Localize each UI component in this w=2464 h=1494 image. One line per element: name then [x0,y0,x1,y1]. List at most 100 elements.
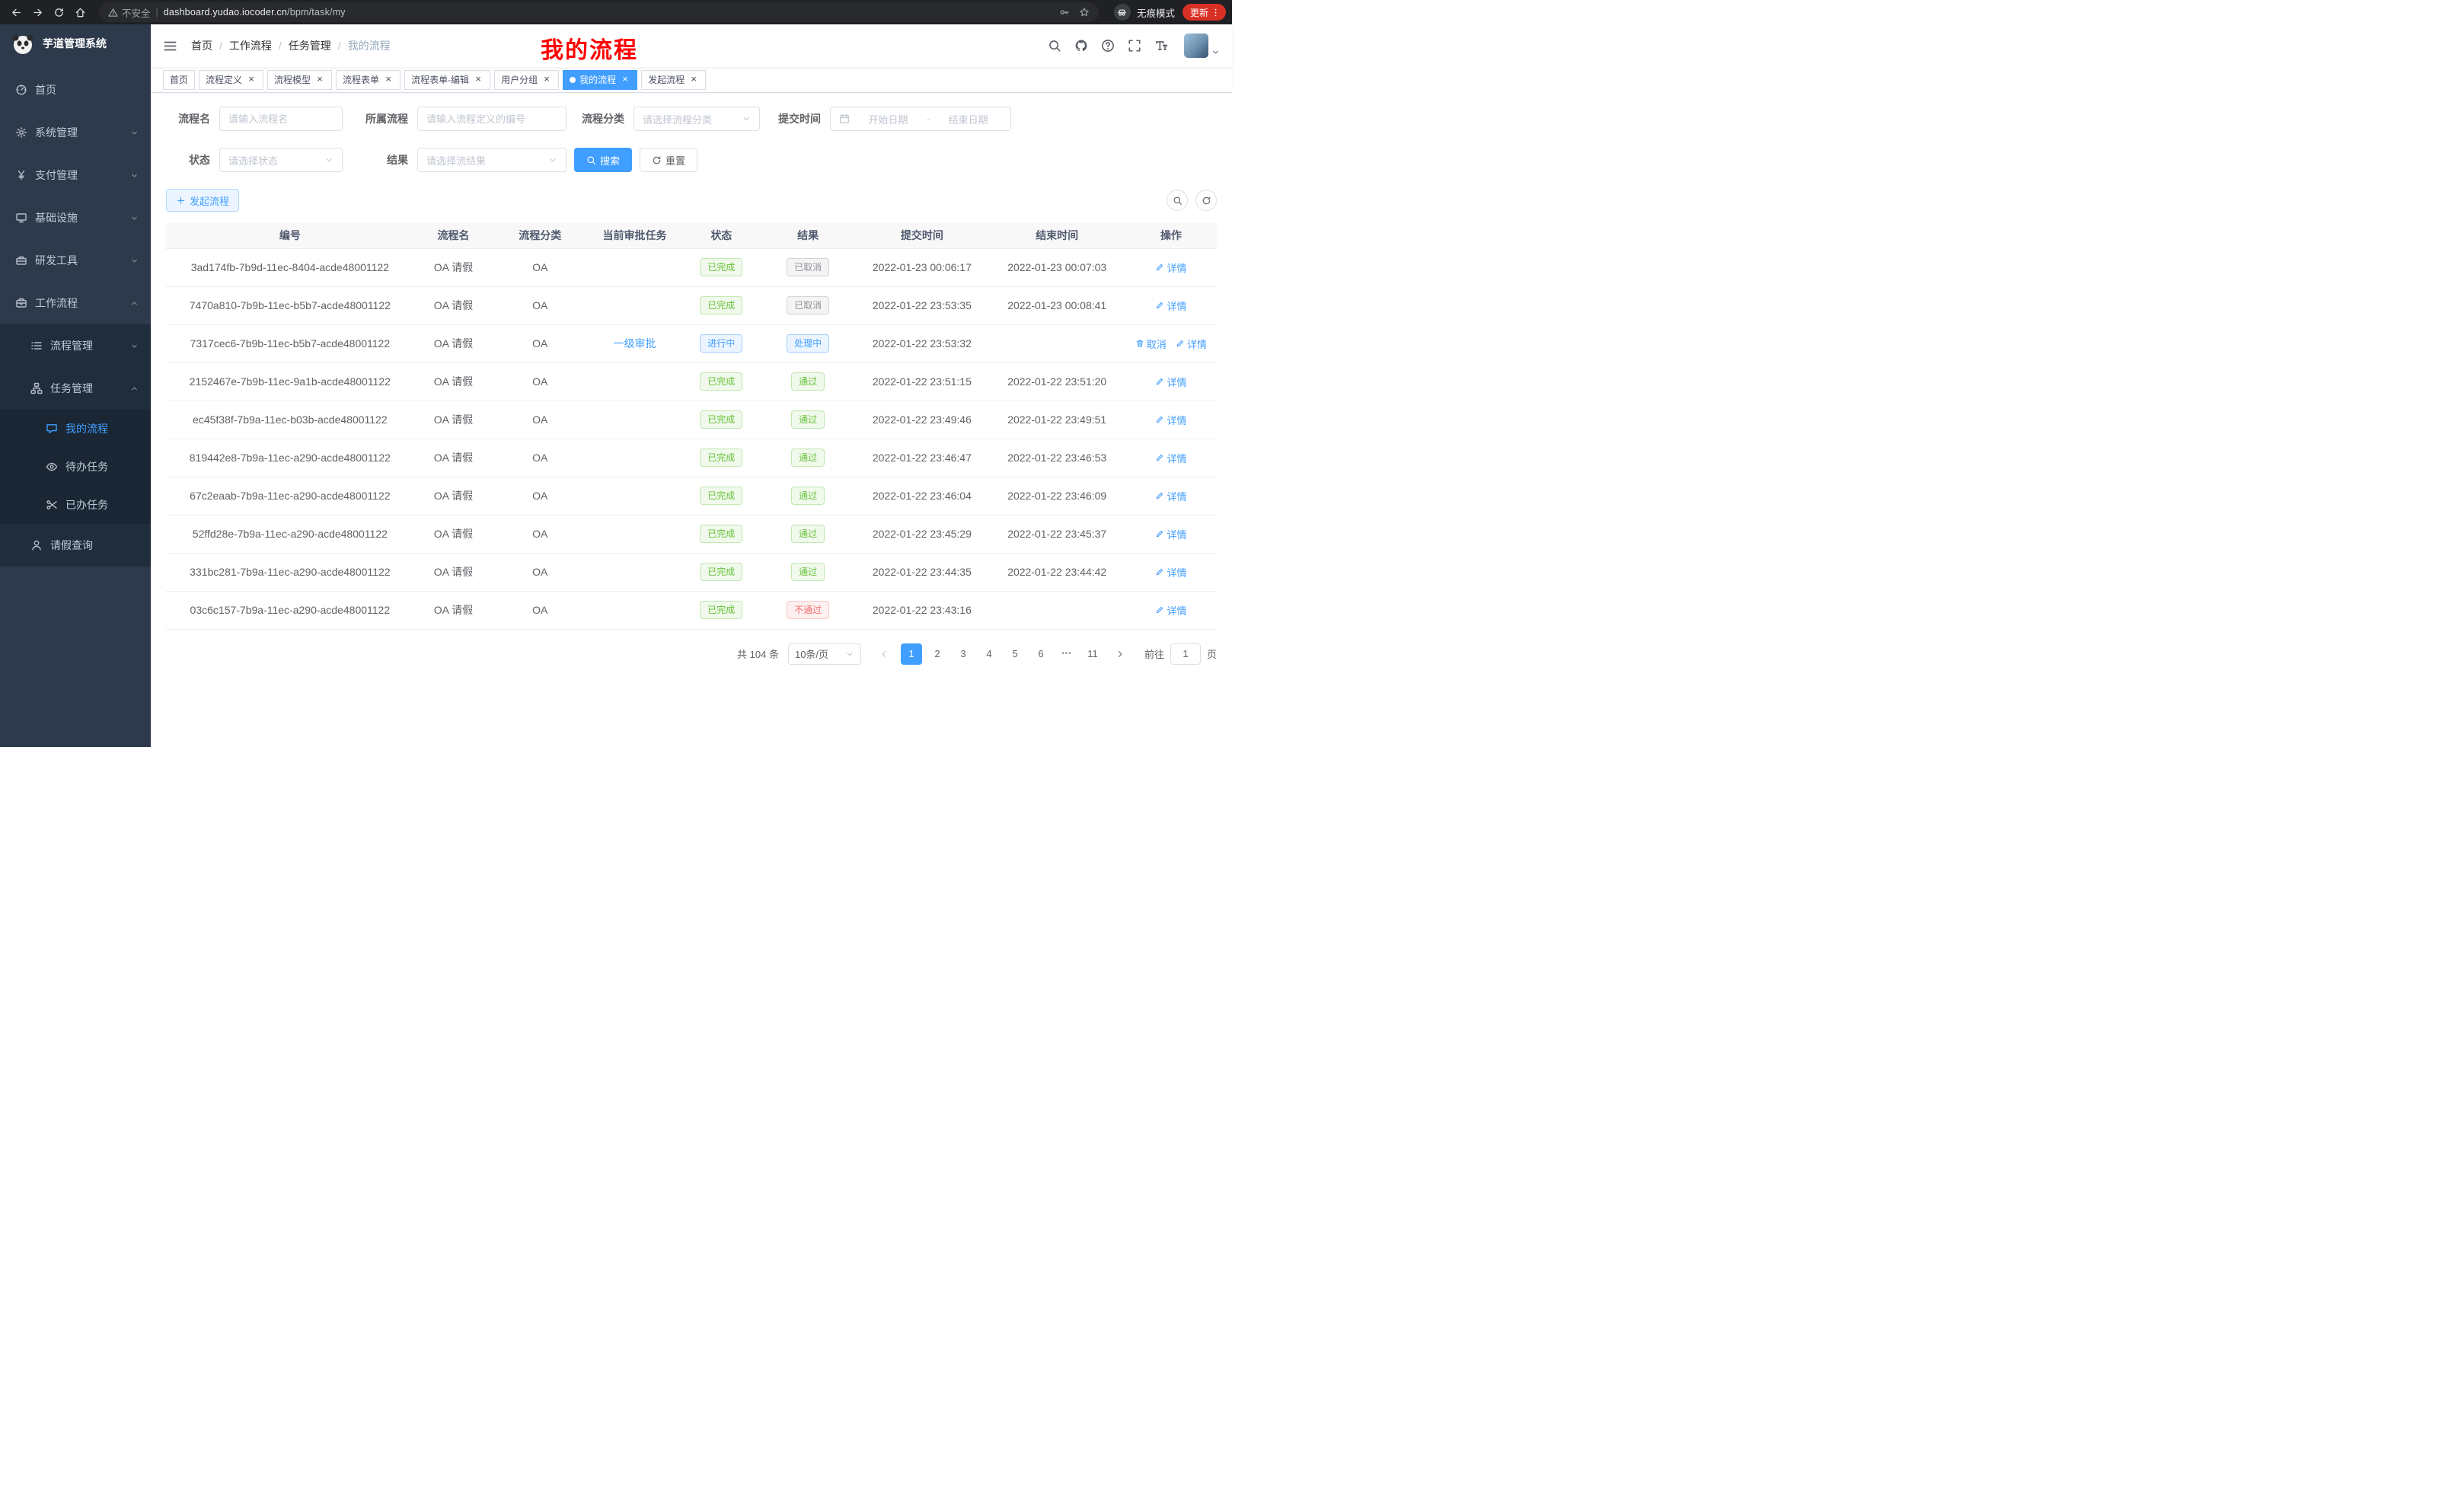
caret-right-icon[interactable] [1109,643,1131,665]
fullscreen-icon[interactable] [1128,39,1141,53]
goto-page-input[interactable] [1170,643,1201,665]
page-button[interactable]: 11 [1082,643,1103,665]
search-button[interactable]: 搜索 [574,148,632,172]
result-tag: 通过 [791,525,825,543]
security-status[interactable]: 不安全 [108,5,151,20]
breadcrumb-item[interactable]: 首页 [191,38,212,53]
current-task-link[interactable]: 一级审批 [613,337,656,350]
process-def-input[interactable] [417,107,567,131]
status-select[interactable]: 请选择状态 [219,148,343,172]
back-icon[interactable] [6,2,26,22]
result-select[interactable]: 请选择流结果 [417,148,567,172]
sidebar-item[interactable]: 已办任务 [0,486,151,524]
home-icon[interactable] [70,2,90,22]
sidebar-item[interactable]: 流程管理 [0,324,151,367]
close-icon[interactable]: × [473,75,484,85]
tab[interactable]: 首页 [163,70,195,90]
pages-ellipsis[interactable]: ••• [1056,643,1077,665]
start-process-label: 发起流程 [190,193,229,208]
tab[interactable]: 流程模型× [267,70,332,90]
sidebar-item[interactable]: 工作流程 [0,282,151,324]
page-button[interactable]: 2 [927,643,948,665]
category-select[interactable]: 请选择流程分类 [634,107,760,131]
detail-link[interactable]: 详情 [1155,451,1186,465]
plus-icon [176,196,186,206]
tab[interactable]: 用户分组× [494,70,559,90]
key-icon[interactable] [1059,7,1070,18]
question-icon[interactable] [1101,39,1115,53]
star-icon[interactable] [1079,7,1090,18]
cell-status: 已完成 [682,439,761,477]
reset-button[interactable]: 重置 [640,148,697,172]
cell-submit-time: 2022-01-22 23:46:47 [855,439,988,477]
search-icon[interactable] [1048,39,1061,53]
github-icon[interactable] [1074,39,1088,53]
tab[interactable]: 流程定义× [199,70,263,90]
sidebar-item-label: 工作流程 [35,295,123,311]
detail-link[interactable]: 详情 [1155,260,1186,275]
forward-icon[interactable] [27,2,47,22]
breadcrumb-item: 我的流程 [348,38,391,53]
tab[interactable]: 发起流程× [641,70,706,90]
user-menu[interactable] [1184,34,1220,58]
page-button[interactable]: 4 [978,643,1000,665]
close-icon[interactable]: × [383,75,394,85]
caret-left-icon[interactable] [873,643,895,665]
sidebar-item[interactable]: 请假查询 [0,524,151,567]
close-icon[interactable]: × [541,75,552,85]
process-name-input[interactable] [219,107,343,131]
app-logo[interactable]: 芋道管理系统 [0,24,151,62]
font-size-icon[interactable] [1154,39,1168,53]
detail-link[interactable]: 详情 [1155,375,1186,389]
detail-link[interactable]: 详情 [1155,527,1186,541]
sidebar-item[interactable]: 研发工具 [0,239,151,282]
detail-link[interactable]: 详情 [1176,337,1207,351]
breadcrumb-item[interactable]: 工作流程 [229,38,272,53]
sidebar-item[interactable]: 首页 [0,69,151,111]
sidebar-item[interactable]: 我的流程 [0,410,151,448]
sidebar-item[interactable]: 任务管理 [0,367,151,410]
cell-status: 进行中 [682,324,761,362]
detail-link[interactable]: 详情 [1155,298,1186,313]
cancel-link[interactable]: 取消 [1135,337,1167,351]
page-button[interactable]: 5 [1004,643,1026,665]
page-size-select[interactable]: 10条/页 [788,643,861,665]
cell-submit-time: 2022-01-22 23:51:15 [855,362,988,401]
breadcrumb: 首页/工作流程/任务管理/我的流程 [191,38,391,53]
toggle-search-button[interactable] [1167,190,1188,211]
sidebar-item[interactable]: 待办任务 [0,448,151,486]
tab[interactable]: 流程表单-编辑× [404,70,490,90]
sidebar-item[interactable]: 系统管理 [0,111,151,154]
address-bar[interactable]: 不安全 | dashboard.yudao.iocoder.cn/bpm/tas… [99,2,1099,22]
page-button[interactable]: 3 [953,643,974,665]
detail-link[interactable]: 详情 [1155,413,1186,427]
edit-icon [1155,567,1164,576]
tab[interactable]: 流程表单× [336,70,401,90]
sidebar-item[interactable]: 基础设施 [0,196,151,239]
user-avatar[interactable] [1184,34,1208,58]
detail-link[interactable]: 详情 [1155,489,1186,503]
close-icon[interactable]: × [246,75,257,85]
sidebar-item[interactable]: 支付管理 [0,154,151,196]
page-button[interactable]: 1 [901,643,922,665]
hamburger-icon[interactable] [163,39,177,53]
tab[interactable]: 我的流程× [563,70,637,90]
start-process-button[interactable]: 发起流程 [166,189,239,212]
date-range-picker[interactable]: 开始日期 - 结束日期 [830,107,1011,131]
edit-icon [1155,491,1164,500]
breadcrumb-item[interactable]: 任务管理 [289,38,331,53]
close-icon[interactable]: × [314,75,325,85]
refresh-table-button[interactable] [1195,190,1217,211]
close-icon[interactable]: × [688,75,699,85]
cell-category: OA [493,286,587,324]
page-button[interactable]: 6 [1030,643,1052,665]
cell-actions: 详情 [1125,553,1217,591]
reload-icon[interactable] [49,2,69,22]
detail-link[interactable]: 详情 [1155,565,1186,579]
cell-status: 已完成 [682,515,761,553]
cell-id: 819442e8-7b9a-11ec-a290-acde48001122 [166,439,414,477]
close-icon[interactable]: × [620,75,630,85]
update-button[interactable]: 更新 [1183,4,1226,21]
detail-link[interactable]: 详情 [1155,603,1186,618]
cell-actions: 详情 [1125,591,1217,629]
